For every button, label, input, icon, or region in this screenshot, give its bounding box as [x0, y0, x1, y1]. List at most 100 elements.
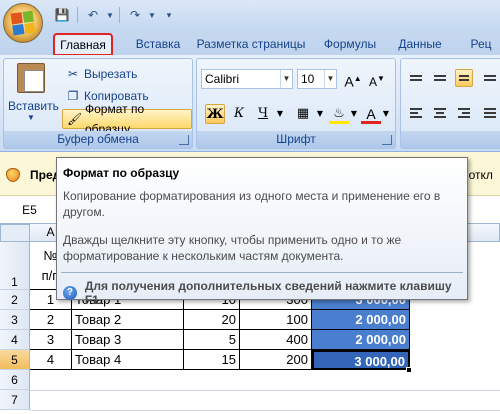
font-size-select[interactable]: 10 ▼ — [297, 69, 337, 89]
row-header-7[interactable]: 7 — [0, 390, 30, 410]
cell-c3[interactable]: 20 — [184, 310, 240, 330]
row-header-1[interactable]: 1 — [0, 242, 30, 290]
help-icon: ? — [63, 286, 77, 300]
paste-button[interactable]: Вставить ▼ — [8, 63, 59, 129]
name-box[interactable]: E5 — [0, 201, 60, 219]
font-color-dropdown-icon[interactable]: ▼ — [381, 104, 391, 124]
cell-b5[interactable]: Товар 4 — [72, 350, 184, 370]
cell-b4[interactable]: Товар 3 — [72, 330, 184, 350]
cell-a4[interactable]: 3 — [30, 330, 72, 350]
cell-d4[interactable]: 400 — [240, 330, 312, 350]
save-icon[interactable]: 💾 — [52, 6, 72, 24]
underline-dropdown-icon[interactable]: ▼ — [275, 104, 285, 124]
copy-icon: ❐ — [67, 89, 79, 103]
fill-handle[interactable] — [406, 367, 412, 373]
grow-font-button[interactable]: A▲ — [343, 69, 363, 90]
undo-dropdown-icon[interactable]: ▼ — [106, 6, 114, 24]
shrink-font-icon: A — [369, 75, 378, 89]
cut-button[interactable]: ✂ Вырезать — [62, 64, 141, 84]
fill-color-dropdown-icon[interactable]: ▼ — [349, 104, 359, 124]
office-button[interactable] — [3, 3, 43, 43]
tab-review[interactable]: Рец — [462, 34, 500, 55]
cell-c5[interactable]: 15 — [184, 350, 240, 370]
font-launcher-icon[interactable] — [382, 135, 392, 145]
customize-qat-icon[interactable]: ▾ — [159, 6, 179, 24]
tab-formulas[interactable]: Формулы — [318, 34, 382, 55]
redo-dropdown-icon[interactable]: ▼ — [148, 6, 156, 24]
tooltip-description-2: Дважды щелкните эту кнопку, чтобы примен… — [63, 233, 402, 263]
qat-separator — [119, 7, 120, 23]
ribbon: Вставить ▼ ✂ Вырезать ❐ Копировать 🖌 Фор… — [0, 55, 500, 152]
cell-a3[interactable]: 2 — [30, 310, 72, 330]
chevron-down-icon[interactable]: ▼ — [280, 70, 292, 88]
row-header-3[interactable]: 3 — [0, 310, 30, 330]
fill-color-icon[interactable]: ♨ — [329, 104, 349, 124]
gridline — [30, 390, 500, 391]
align-top-icon[interactable] — [407, 69, 425, 87]
row-header-4[interactable]: 4 — [0, 330, 30, 350]
undo-icon[interactable]: ↶ — [83, 6, 103, 24]
cell-d5[interactable]: 200 — [240, 350, 312, 370]
grow-font-icon: A — [344, 73, 354, 90]
alignment-group — [400, 58, 500, 149]
cell-c4[interactable]: 5 — [184, 330, 240, 350]
align-center-icon[interactable] — [431, 104, 449, 122]
gridline — [30, 410, 500, 411]
font-group: Calibri ▼ 10 ▼ A▲ A▼ Ж К Ч ▼ ▦ ▼ ♨ ▼ A ▼… — [196, 58, 396, 149]
cell-b3[interactable]: Товар 2 — [72, 310, 184, 330]
cell-d3[interactable]: 100 — [240, 310, 312, 330]
row-header-6[interactable]: 6 — [0, 370, 30, 390]
paste-icon — [17, 63, 45, 93]
row-header-2[interactable]: 2 — [0, 290, 30, 310]
underline-button[interactable]: Ч — [253, 104, 273, 124]
chevron-down-icon[interactable]: ▼ — [324, 70, 336, 88]
cell-e4[interactable]: 2 000,00 — [312, 330, 410, 350]
paste-label: Вставить — [8, 99, 59, 113]
format-painter-tooltip: Формат по образцу Копирование форматиров… — [56, 157, 468, 307]
tab-home[interactable]: Главная — [53, 33, 113, 56]
font-group-label: Шрифт — [197, 131, 395, 148]
tab-data[interactable]: Данные — [394, 34, 446, 55]
office-logo-icon — [10, 10, 36, 36]
select-all-button[interactable] — [0, 224, 30, 242]
borders-dropdown-icon[interactable]: ▼ — [315, 104, 325, 124]
shrink-font-button[interactable]: A▼ — [367, 69, 387, 89]
title-bar: 💾 ↶ ▼ ↷ ▼ ▾ — [0, 0, 500, 30]
tooltip-title: Формат по образцу — [63, 166, 180, 180]
cell-e5-active[interactable]: 3 000,00 — [312, 350, 410, 370]
orientation-icon[interactable] — [481, 69, 499, 87]
format-painter-button[interactable]: 🖌 Формат по образцу — [62, 102, 192, 136]
tooltip-description-1: Копирование форматирования из одного мес… — [63, 189, 441, 219]
font-color-button[interactable]: A — [361, 104, 381, 124]
clipboard-group: Вставить ▼ ✂ Вырезать ❐ Копировать 🖌 Фор… — [3, 58, 193, 149]
paste-dropdown-icon[interactable]: ▼ — [8, 113, 54, 122]
align-left-icon[interactable] — [407, 104, 425, 122]
font-size-value: 10 — [301, 72, 315, 86]
quick-access-toolbar: 💾 ↶ ▼ ↷ ▼ ▾ — [52, 6, 179, 24]
bold-button[interactable]: Ж — [205, 104, 225, 124]
format-painter-icon: 🖌 — [67, 112, 83, 126]
align-bottom-icon[interactable] — [455, 69, 473, 87]
clipboard-launcher-icon[interactable] — [179, 135, 189, 145]
tab-insert[interactable]: Вставка — [128, 34, 188, 55]
align-middle-icon[interactable] — [431, 69, 449, 87]
font-name-value: Calibri — [205, 72, 240, 86]
cell-a5[interactable]: 4 — [30, 350, 72, 370]
alignment-group-label — [401, 131, 500, 148]
borders-icon[interactable]: ▦ — [293, 104, 313, 124]
redo-icon[interactable]: ↷ — [125, 6, 145, 24]
cut-label: Вырезать — [84, 67, 138, 81]
ribbon-tabs: Главная Вставка Разметка страницы Формул… — [0, 30, 500, 56]
qat-separator — [77, 7, 78, 23]
tooltip-help-text: Для получения дополнительных сведений на… — [84, 279, 452, 307]
indent-icon[interactable] — [481, 104, 499, 122]
tab-page-layout[interactable]: Разметка страницы — [194, 34, 308, 55]
tooltip-divider — [61, 272, 463, 273]
scissors-icon: ✂ — [67, 67, 79, 81]
cell-e3[interactable]: 2 000,00 — [312, 310, 410, 330]
italic-button[interactable]: К — [229, 104, 249, 124]
row-header-5[interactable]: 5 — [0, 350, 30, 370]
align-right-icon[interactable] — [455, 104, 473, 122]
font-name-select[interactable]: Calibri ▼ — [201, 69, 293, 89]
shield-icon — [6, 168, 20, 182]
